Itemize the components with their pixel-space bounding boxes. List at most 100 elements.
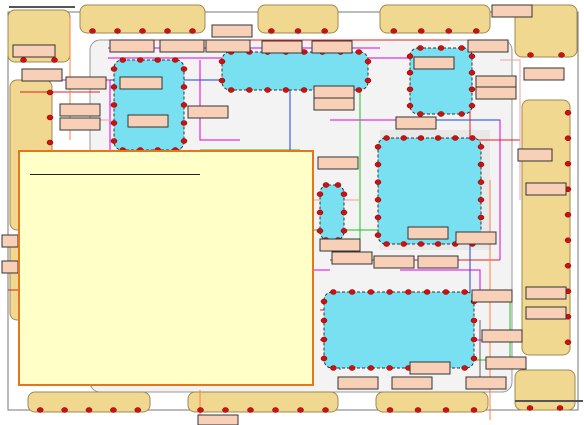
pin bbox=[526, 405, 534, 411]
annotation-tag bbox=[261, 40, 303, 54]
pin bbox=[458, 45, 465, 51]
annotation-tag bbox=[467, 39, 509, 53]
pin bbox=[110, 102, 118, 108]
pin bbox=[110, 138, 118, 144]
annotation-tag bbox=[109, 39, 155, 53]
annotation-tag bbox=[525, 286, 567, 300]
pin bbox=[218, 58, 226, 65]
pin bbox=[316, 191, 324, 197]
pin bbox=[473, 28, 480, 34]
pin bbox=[334, 182, 342, 188]
pin bbox=[180, 138, 188, 144]
pin bbox=[390, 28, 397, 34]
io-pad-region bbox=[514, 369, 576, 411]
pin bbox=[172, 57, 179, 63]
annotation-tag bbox=[205, 39, 251, 53]
annotation-tag bbox=[319, 238, 361, 252]
annotation-tag bbox=[187, 105, 229, 119]
pin bbox=[355, 49, 363, 55]
pin bbox=[442, 289, 450, 295]
pin bbox=[355, 87, 363, 93]
pin bbox=[119, 57, 126, 63]
pin bbox=[300, 87, 308, 93]
pin bbox=[477, 179, 485, 185]
pin bbox=[445, 28, 452, 34]
pin bbox=[417, 45, 424, 51]
pin bbox=[406, 70, 414, 76]
pin bbox=[470, 407, 478, 413]
pin bbox=[374, 144, 382, 150]
pin bbox=[264, 87, 271, 93]
annotation-tag bbox=[373, 255, 415, 269]
annotation-tag bbox=[21, 68, 63, 82]
pin bbox=[468, 103, 476, 109]
annotation-tag bbox=[491, 4, 533, 18]
annotation-tag bbox=[1, 234, 19, 248]
pin bbox=[452, 135, 459, 141]
pin bbox=[437, 111, 445, 117]
pin bbox=[386, 407, 394, 413]
info-panel-underline bbox=[30, 174, 200, 175]
pin bbox=[477, 197, 485, 203]
pin bbox=[330, 365, 337, 371]
pin bbox=[364, 77, 372, 84]
annotation-tag bbox=[311, 40, 353, 54]
pin bbox=[322, 182, 330, 188]
annotation-tag bbox=[211, 24, 253, 38]
annotation-tag bbox=[413, 56, 455, 70]
pin bbox=[564, 161, 572, 167]
annotation-tag bbox=[65, 76, 107, 90]
pin bbox=[458, 111, 465, 117]
annotation-tag bbox=[127, 114, 169, 128]
annotation-tag bbox=[465, 376, 507, 390]
annotation-tag bbox=[455, 231, 497, 245]
pin bbox=[282, 87, 290, 93]
layout-diagram bbox=[0, 0, 584, 425]
annotation-tag bbox=[481, 329, 523, 343]
macro-block bbox=[113, 59, 185, 151]
pin bbox=[442, 407, 450, 413]
pin bbox=[110, 407, 117, 413]
pin bbox=[154, 57, 161, 63]
pin bbox=[247, 407, 254, 413]
annotation-tag bbox=[485, 356, 527, 370]
pin bbox=[36, 407, 44, 413]
pin bbox=[110, 66, 118, 72]
pin bbox=[468, 86, 476, 92]
pin bbox=[340, 228, 348, 234]
annotation-tag bbox=[12, 44, 56, 58]
pin bbox=[316, 228, 324, 234]
pin bbox=[46, 89, 54, 96]
pin bbox=[383, 241, 390, 247]
annotation-tag bbox=[331, 251, 373, 265]
pin bbox=[46, 114, 54, 121]
pin bbox=[20, 57, 27, 63]
pin bbox=[564, 212, 572, 218]
pin bbox=[61, 407, 68, 413]
annotation-tag bbox=[525, 306, 567, 320]
io-pad-region bbox=[379, 4, 491, 34]
pin bbox=[417, 241, 425, 247]
pin bbox=[348, 365, 356, 371]
info-panel bbox=[18, 150, 314, 386]
pin bbox=[272, 407, 279, 413]
pin bbox=[197, 407, 204, 413]
pin bbox=[418, 28, 425, 34]
pin bbox=[423, 289, 431, 295]
pin bbox=[297, 407, 304, 413]
pin bbox=[320, 317, 328, 324]
annotation-tag bbox=[471, 289, 513, 303]
pin bbox=[400, 241, 407, 247]
pin bbox=[367, 289, 375, 295]
pin bbox=[477, 144, 485, 150]
pin bbox=[400, 135, 407, 141]
annotation-tag bbox=[119, 76, 163, 90]
pin bbox=[386, 365, 393, 371]
pin bbox=[527, 52, 534, 58]
pin bbox=[137, 57, 144, 63]
annotation-tag bbox=[313, 97, 355, 111]
pin bbox=[340, 191, 348, 197]
pin bbox=[469, 135, 476, 141]
annotation-tag bbox=[313, 85, 355, 99]
pin bbox=[180, 102, 188, 108]
